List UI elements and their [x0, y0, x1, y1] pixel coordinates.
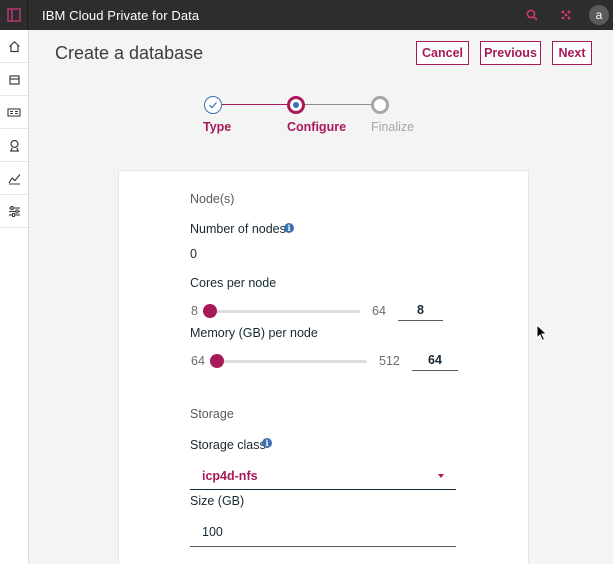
caret-down-icon [438, 474, 444, 478]
sidebar-item-collect[interactable] [0, 63, 28, 96]
step-configure-label: Configure [287, 120, 347, 134]
sliders-icon [8, 205, 20, 217]
memory-value-input[interactable]: 64 [412, 349, 458, 371]
step-finalize-label: Finalize [371, 120, 415, 134]
side-menu-toggle[interactable] [0, 0, 28, 30]
memory-max-value: 512 [379, 354, 400, 368]
step-type-indicator[interactable] [204, 96, 222, 114]
cores-min-value: 8 [191, 304, 198, 318]
archive-icon [8, 74, 20, 85]
left-sidebar [0, 30, 29, 564]
sidebar-item-home[interactable] [0, 30, 28, 63]
configure-form-card [118, 170, 529, 564]
step-finalize-indicator[interactable] [371, 96, 389, 114]
nodes-section-heading: Node(s) [190, 192, 235, 206]
checkmark-icon [209, 102, 217, 109]
info-icon[interactable]: i [284, 223, 294, 233]
cores-max-value: 64 [372, 304, 386, 318]
step-connector-2 [305, 104, 371, 105]
step-type-label: Type [203, 120, 232, 134]
storage-class-value: icp4d-nfs [202, 469, 258, 483]
ribbon-icon [9, 139, 19, 152]
size-value: 100 [202, 525, 223, 539]
memory-slider-thumb[interactable] [210, 354, 224, 368]
app-title: IBM Cloud Private for Data [42, 7, 200, 23]
cores-slider-track[interactable] [209, 310, 360, 313]
number-of-nodes-value: 0 [190, 247, 197, 261]
memory-slider-track[interactable] [216, 360, 367, 363]
size-input[interactable]: 100 [190, 519, 456, 547]
cores-slider-thumb[interactable] [203, 304, 217, 318]
home-icon [8, 40, 20, 52]
top-header: IBM Cloud Private for Data a [0, 0, 613, 30]
apps-button[interactable] [549, 0, 583, 30]
next-button[interactable]: Next [552, 41, 592, 65]
info-icon[interactable]: i [262, 438, 272, 448]
search-icon [526, 9, 538, 21]
current-step-dot [293, 102, 299, 108]
size-label: Size (GB) [190, 494, 245, 508]
cores-value-input[interactable]: 8 [398, 299, 443, 321]
mouse-pointer-icon [536, 324, 548, 342]
memory-per-node-label: Memory (GB) per node [190, 326, 318, 340]
catalog-icon [7, 107, 21, 117]
memory-min-value: 64 [191, 354, 205, 368]
storage-class-label: Storage class [190, 438, 266, 452]
storage-class-select[interactable]: icp4d-nfs [190, 463, 456, 490]
page-title: Create a database [55, 43, 204, 63]
number-of-nodes-label: Number of nodes [190, 222, 286, 236]
sidebar-item-organize[interactable] [0, 96, 28, 129]
previous-button[interactable]: Previous [480, 41, 541, 65]
step-configure-indicator[interactable] [287, 96, 305, 114]
sidebar-item-monitor[interactable] [0, 162, 28, 195]
cancel-button[interactable]: Cancel [416, 41, 469, 65]
apps-grid-icon [561, 10, 571, 20]
step-connector-1 [222, 104, 288, 105]
chart-icon [7, 173, 20, 184]
user-avatar[interactable]: a [589, 5, 609, 25]
search-button[interactable] [515, 0, 549, 30]
storage-section-heading: Storage [190, 407, 234, 421]
sidebar-toggle-icon [6, 8, 21, 22]
sidebar-item-administer[interactable] [0, 195, 28, 228]
sidebar-item-analyze[interactable] [0, 129, 28, 162]
cores-per-node-label: Cores per node [190, 276, 277, 290]
